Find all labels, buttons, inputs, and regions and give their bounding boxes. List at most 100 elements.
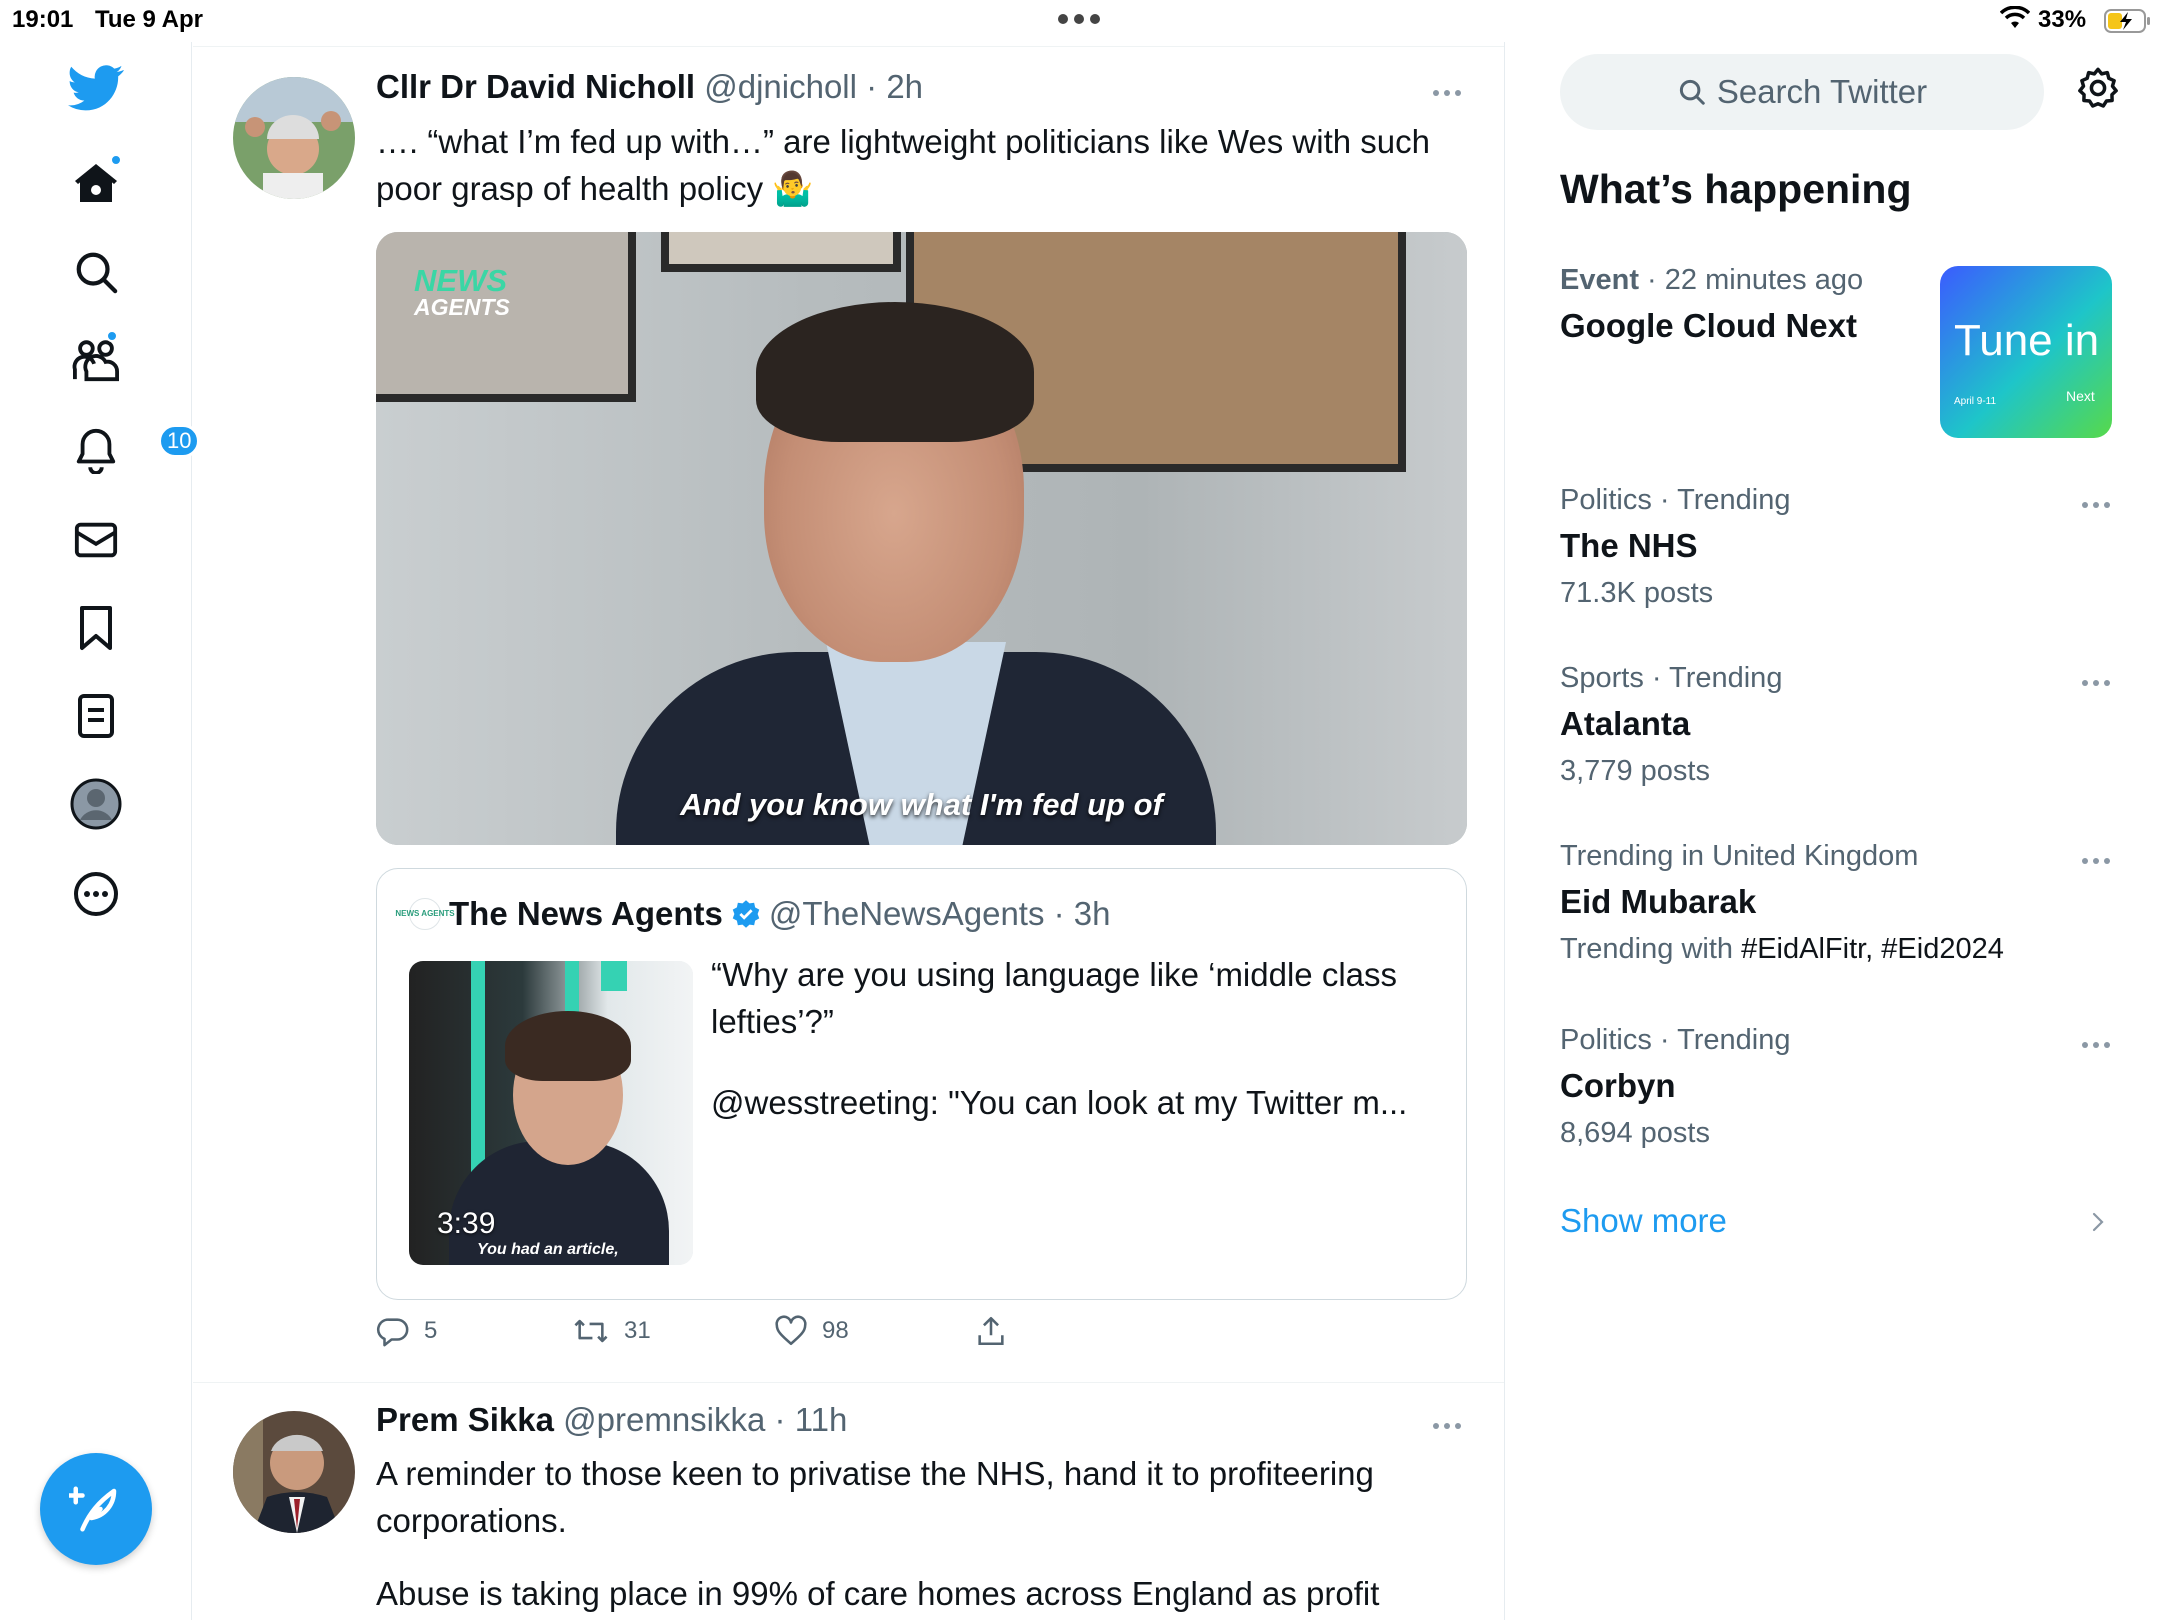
quoted-video-thumbnail[interactable]: 3:39 You had an article, [409,961,693,1265]
tweet-header: Cllr Dr David Nicholl @djnicholl · 2h [376,68,923,106]
trend-item[interactable]: Politics · Trending The NHS 71.3K posts [1560,484,2140,610]
separator: · [856,68,887,105]
heart-icon [775,1315,807,1346]
status-date: Tue 9 Apr [95,6,204,33]
twitter-logo-icon[interactable] [56,48,136,128]
retweet-button[interactable]: 31 [572,1314,651,1348]
tweet-actions: 5 31 98 [376,1314,1076,1354]
trend-more-icon[interactable] [2082,680,2110,686]
trend-count: 8,694 posts [1560,1117,1710,1149]
author-handle[interactable]: @premnsikka [563,1401,765,1438]
event-category: Event [1560,264,1639,296]
separator: · [1647,264,1657,296]
tweet-card[interactable]: Prem Sikka @premnsikka · 11h A reminder … [193,1383,1504,1620]
tweet-text: …. “what I’m fed up with…” are lightweig… [376,123,1449,207]
news-agents-logo: NEWS AGENTS [414,263,510,320]
quoted-tweet-text-continued: @wesstreeting: "You can look at my Twitt… [711,1084,1408,1121]
event-image-brand: Next [2066,388,2095,404]
separator: · [765,1401,795,1438]
battery-percent: 33% [2038,6,2087,33]
trend-item[interactable]: Trending in United Kingdom Eid Mubarak T… [1560,840,2140,966]
tweet-video[interactable]: NEWS AGENTS And you know what I'm fed up… [376,232,1467,845]
settings-gear-icon[interactable] [2076,66,2120,110]
trend-hashtags[interactable]: #EidAlFitr, #Eid2024 [1741,933,2004,965]
verified-badge-icon [731,899,761,929]
trend-meta: Trending in United Kingdom [1560,840,1919,872]
retweet-icon [574,1319,608,1343]
profile-avatar-icon[interactable] [56,764,136,844]
bookmarks-icon[interactable] [56,588,136,668]
share-icon [978,1316,1004,1346]
feather-plus-icon [69,1486,117,1532]
video-caption: And you know what I'm fed up of [680,787,1163,822]
tweet-more-icon[interactable] [1433,90,1461,96]
author-handle[interactable]: @djnicholl [704,68,857,105]
compose-tweet-button[interactable] [40,1453,152,1565]
reply-count: 5 [424,1317,438,1344]
tweet-time[interactable]: 11h [795,1401,848,1438]
status-bar: 19:01 Tue 9 Apr 33% [0,0,2160,42]
video-duration: 3:39 [437,1207,496,1240]
separator: · [1044,895,1074,932]
home-icon[interactable] [56,144,136,224]
trend-count: 3,779 posts [1560,755,1710,787]
trend-item[interactable]: Sports · Trending Atalanta 3,779 posts [1560,662,2140,788]
multitasking-dots-icon[interactable] [1058,14,1100,24]
wifi-icon [2000,6,2030,30]
left-nav: 10 [0,42,201,1620]
like-count: 98 [822,1317,849,1344]
author-name[interactable]: Cllr Dr David Nicholl [376,68,695,105]
show-more-link[interactable]: Show more [1560,1202,1727,1240]
trend-name: Corbyn [1560,1067,1676,1104]
trend-name: Atalanta [1560,705,1691,742]
trend-item[interactable]: Politics · Trending Corbyn 8,694 posts [1560,1024,2140,1150]
tweet-header: Prem Sikka @premnsikka · 11h [376,1401,847,1439]
whats-happening-title: What’s happening [1560,166,1912,212]
quoted-author-name[interactable]: The News Agents [449,895,723,933]
trend-name: The NHS [1560,527,1698,564]
author-avatar[interactable] [233,1411,355,1533]
trend-more-icon[interactable] [2082,1042,2110,1048]
tweet-text-continued: Abuse is taking place in 99% of care hom… [376,1575,1380,1612]
trend-count: Trending with #EidAlFitr, #Eid2024 [1560,933,2004,965]
quoted-author-avatar[interactable]: NEWS AGENTS [395,898,455,930]
tweet-time[interactable]: 2h [886,68,923,105]
search-field[interactable]: Search Twitter [1560,54,2044,130]
search-placeholder: Search Twitter [1716,73,1928,110]
search-icon [1679,79,1705,105]
quoted-tweet-header: NEWS AGENTS The News Agents @TheNewsAgen… [395,895,1111,933]
notifications-bell-icon[interactable]: 10 [56,410,201,490]
author-avatar[interactable] [233,77,355,199]
messages-envelope-icon[interactable] [56,500,136,580]
event-image[interactable]: Tune in April 9-11 Next [1940,266,2112,438]
chevron-right-icon[interactable] [2090,1210,2106,1234]
quoted-author-handle[interactable]: @TheNewsAgents [769,895,1045,932]
share-button[interactable] [974,1314,1008,1348]
retweet-count: 31 [624,1317,651,1344]
thumbnail-caption: You had an article, [477,1241,619,1258]
communities-icon[interactable] [56,320,136,400]
quoted-tweet-time[interactable]: 3h [1074,895,1111,932]
trend-meta: Politics · Trending [1560,1024,1791,1056]
trend-more-icon[interactable] [2082,502,2110,508]
trend-name: Eid Mubarak [1560,883,1757,920]
lists-icon[interactable] [56,676,136,756]
trend-count: 71.3K posts [1560,577,1714,609]
battery-icon [2104,9,2152,33]
right-sidebar: Search Twitter What’s happening Event · … [1506,42,2160,1620]
status-time: 19:01 [12,6,74,33]
reply-button[interactable]: 5 [376,1314,437,1348]
reply-icon [376,1318,409,1347]
event-meta: 22 minutes ago [1664,264,1864,296]
timeline-feed: Cllr Dr David Nicholl @djnicholl · 2h ….… [193,42,1505,1620]
more-options-icon[interactable] [56,854,136,934]
like-button[interactable]: 98 [774,1314,849,1348]
tweet-more-icon[interactable] [1433,1423,1461,1429]
quoted-tweet[interactable]: NEWS AGENTS The News Agents @TheNewsAgen… [376,868,1467,1300]
event-image-date: April 9-11 [1954,396,1997,407]
tweet-text: A reminder to those keen to privatise th… [376,1455,1384,1539]
author-name[interactable]: Prem Sikka [376,1401,554,1438]
search-icon[interactable] [56,232,136,312]
trend-meta: Sports · Trending [1560,662,1783,694]
trend-more-icon[interactable] [2082,858,2110,864]
